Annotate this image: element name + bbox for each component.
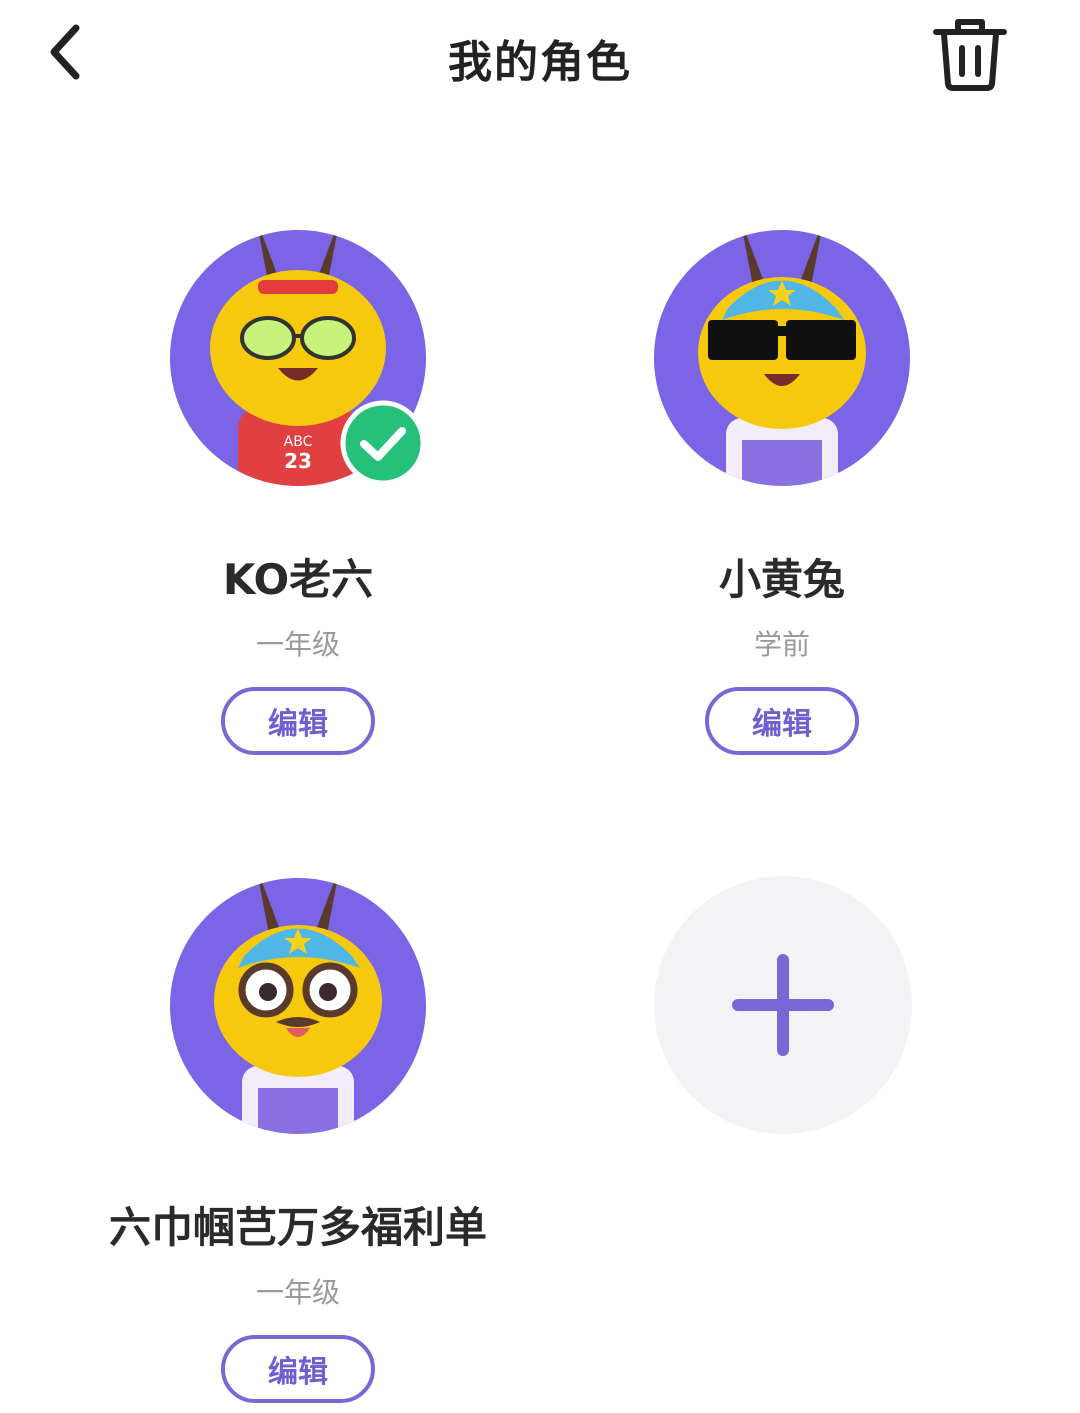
jersey-number: 23: [284, 449, 312, 473]
selected-check-icon: [340, 400, 426, 486]
avatar[interactable]: [168, 876, 428, 1136]
edit-button[interactable]: 编辑: [221, 687, 375, 755]
role-name: KO老六: [222, 555, 374, 604]
rabbit-cap-shades-avatar: [654, 230, 910, 486]
role-name: 六巾帼芑万多福利单: [108, 1203, 487, 1252]
avatar[interactable]: ABC 23: [168, 228, 428, 488]
role-card: 六巾帼芑万多福利单 一年级 编辑: [78, 876, 518, 1403]
edit-button[interactable]: 编辑: [705, 687, 859, 755]
page-title: 我的角色: [448, 37, 632, 88]
role-name: 小黄兔: [718, 555, 845, 604]
avatar[interactable]: [652, 228, 912, 488]
role-grade: 一年级: [255, 628, 340, 661]
role-card: 小黄兔 学前 编辑: [562, 228, 1002, 755]
add-role-button[interactable]: [654, 876, 912, 1134]
role-grade: 学前: [753, 628, 810, 661]
role-grade: 一年级: [255, 1276, 340, 1309]
plus-icon: [732, 954, 834, 1056]
header-bar: 我的角色: [0, 0, 1080, 110]
rabbit-cap-glasses-avatar: [170, 878, 426, 1134]
role-card: ABC 23 KO老六 一年级 编辑: [78, 228, 518, 755]
trash-icon[interactable]: [928, 12, 1012, 96]
edit-button[interactable]: 编辑: [221, 1335, 375, 1403]
jersey-text: ABC: [284, 434, 313, 450]
